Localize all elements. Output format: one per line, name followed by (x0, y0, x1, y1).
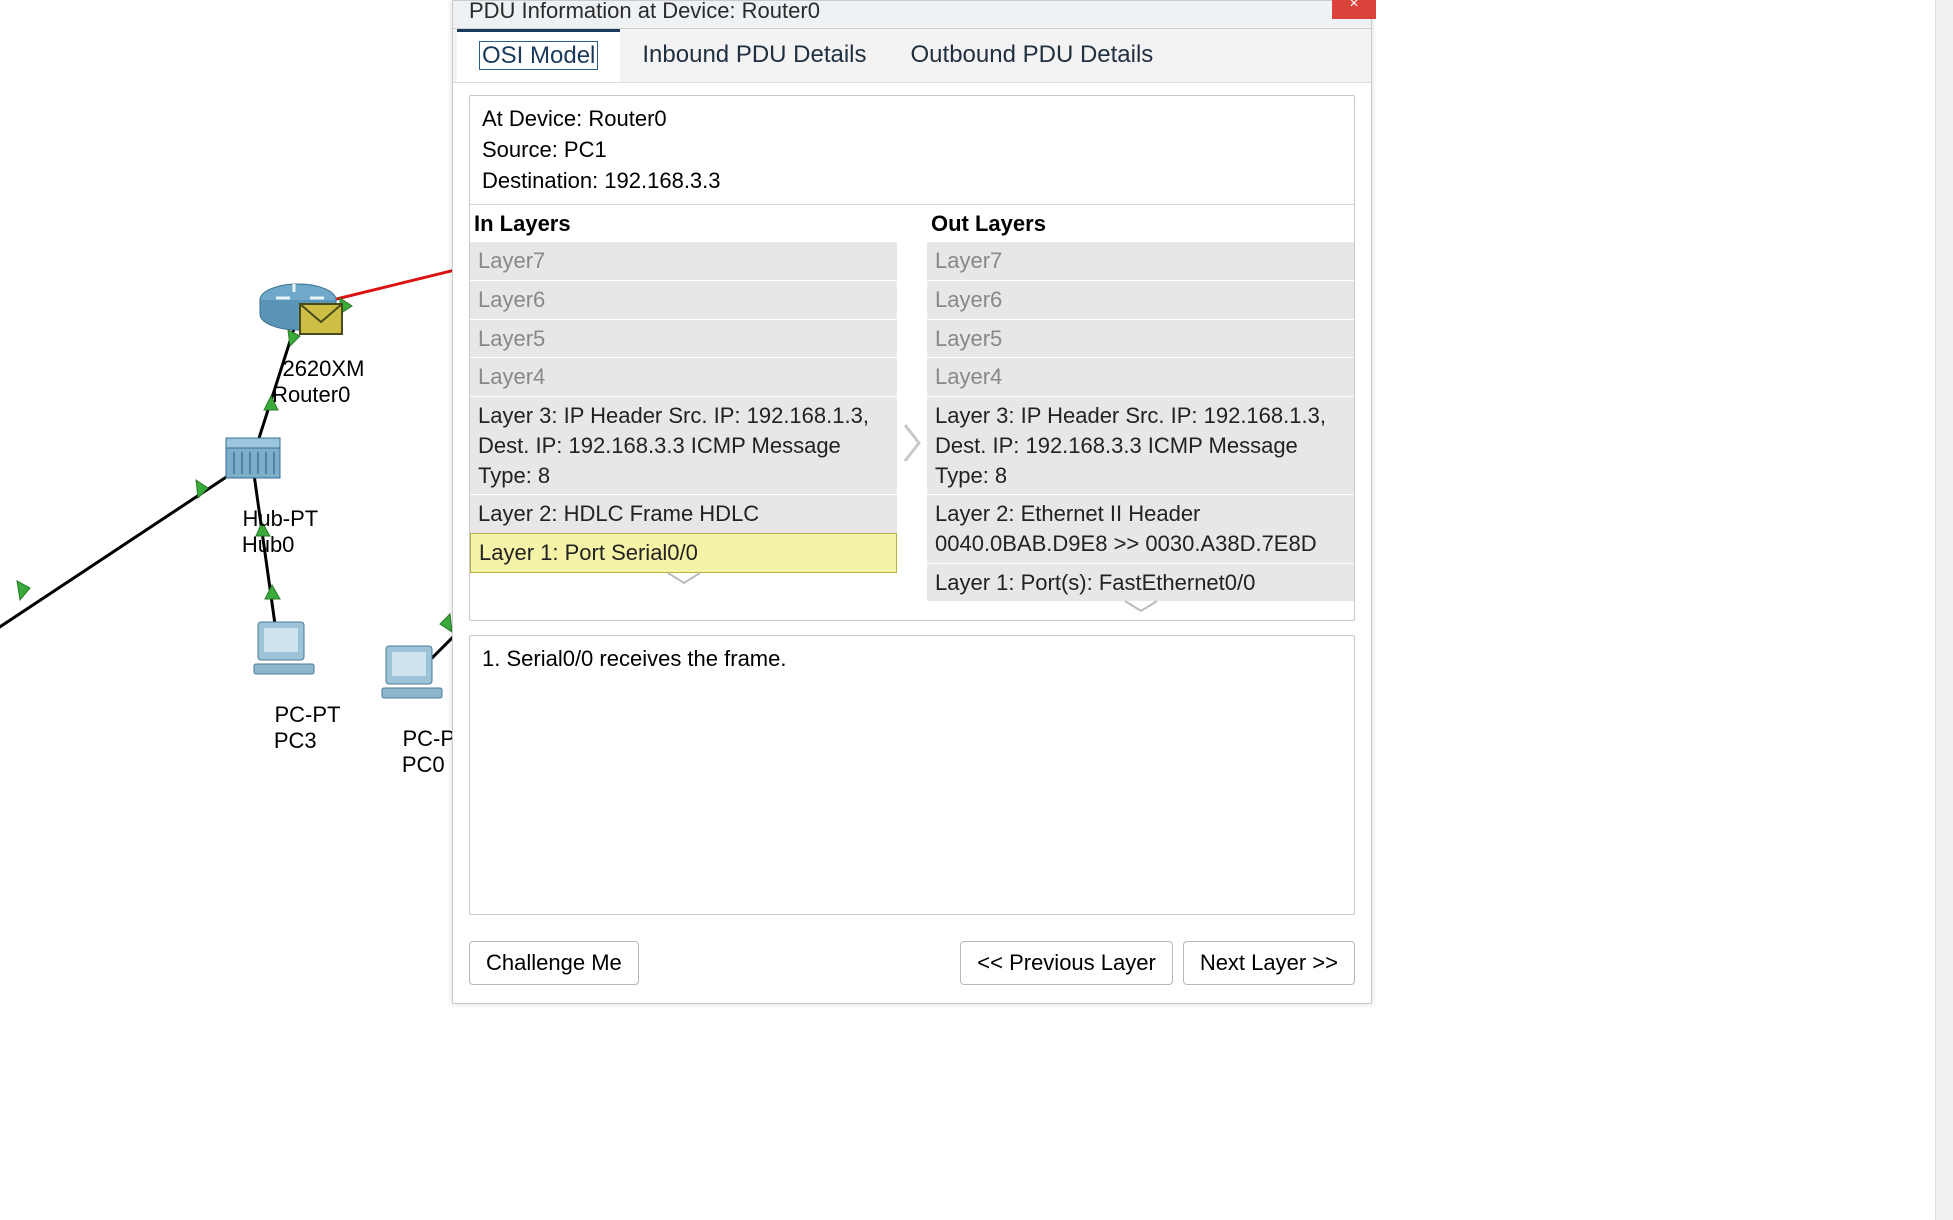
dialog-titlebar[interactable]: PDU Information at Device: Router0 × (453, 1, 1371, 29)
in-expand-icon[interactable] (470, 571, 897, 592)
in-layer3[interactable]: Layer 3: IP Header Src. IP: 192.168.1.3,… (470, 396, 897, 494)
source-text: Source: PC1 (482, 135, 1342, 166)
in-layer4[interactable]: Layer4 (470, 357, 897, 396)
in-layers-heading: In Layers (470, 205, 897, 241)
out-layer4[interactable]: Layer4 (927, 357, 1354, 396)
vertical-scrollbar[interactable] (1935, 0, 1953, 1220)
challenge-me-button[interactable]: Challenge Me (469, 941, 639, 985)
device-info: At Device: Router0 Source: PC1 Destinati… (470, 96, 1354, 205)
in-layer6[interactable]: Layer6 (470, 280, 897, 319)
in-layer5[interactable]: Layer5 (470, 319, 897, 358)
dialog-title: PDU Information at Device: Router0 (469, 0, 820, 24)
in-layer7[interactable]: Layer7 (470, 241, 897, 280)
out-layer5[interactable]: Layer5 (927, 319, 1354, 358)
out-layer2[interactable]: Layer 2: Ethernet II Header 0040.0BAB.D9… (927, 494, 1354, 562)
pc3-label: PC-PTPC3 (250, 676, 340, 780)
tab-bar: OSI Model Inbound PDU Details Outbound P… (453, 29, 1371, 83)
layer-detail-text: 1. Serial0/0 receives the frame. (482, 646, 1342, 672)
close-icon: × (1349, 0, 1358, 13)
tab-inbound-pdu[interactable]: Inbound PDU Details (620, 29, 888, 82)
close-button[interactable]: × (1332, 0, 1376, 19)
destination-text: Destination: 192.168.3.3 (482, 166, 1342, 197)
out-layer6[interactable]: Layer6 (927, 280, 1354, 319)
pc3-icon[interactable] (254, 622, 314, 674)
out-layers-column: Out Layers Layer7 Layer6 Layer5 Layer4 L… (927, 205, 1354, 620)
in-layers-column: In Layers Layer7 Layer6 Layer5 Layer4 La… (470, 205, 897, 591)
layer-flow-arrow-icon (897, 205, 927, 620)
out-layer1[interactable]: Layer 1: Port(s): FastEthernet0/0 (927, 563, 1354, 602)
out-layer7[interactable]: Layer7 (927, 241, 1354, 280)
at-device-text: At Device: Router0 (482, 104, 1342, 135)
hub-label: Hub-PTHub0 (218, 480, 318, 584)
tab-osi-model[interactable]: OSI Model (457, 29, 620, 82)
out-expand-icon[interactable] (927, 599, 1354, 620)
in-layer2[interactable]: Layer 2: HDLC Frame HDLC (470, 494, 897, 533)
in-layer1[interactable]: Layer 1: Port Serial0/0 (470, 533, 897, 573)
layer-detail-box: 1. Serial0/0 receives the frame. (469, 635, 1355, 915)
out-layers-heading: Out Layers (927, 205, 1354, 241)
tab-outbound-pdu[interactable]: Outbound PDU Details (889, 29, 1176, 82)
next-layer-button[interactable]: Next Layer >> (1183, 941, 1355, 985)
pc0-icon[interactable] (382, 646, 442, 698)
router-label: 2620XMRouter0 (258, 330, 364, 434)
hub-icon[interactable] (226, 438, 280, 478)
out-layer3[interactable]: Layer 3: IP Header Src. IP: 192.168.1.3,… (927, 396, 1354, 494)
previous-layer-button[interactable]: << Previous Layer (960, 941, 1173, 985)
pdu-info-dialog: PDU Information at Device: Router0 × OSI… (452, 0, 1372, 1004)
